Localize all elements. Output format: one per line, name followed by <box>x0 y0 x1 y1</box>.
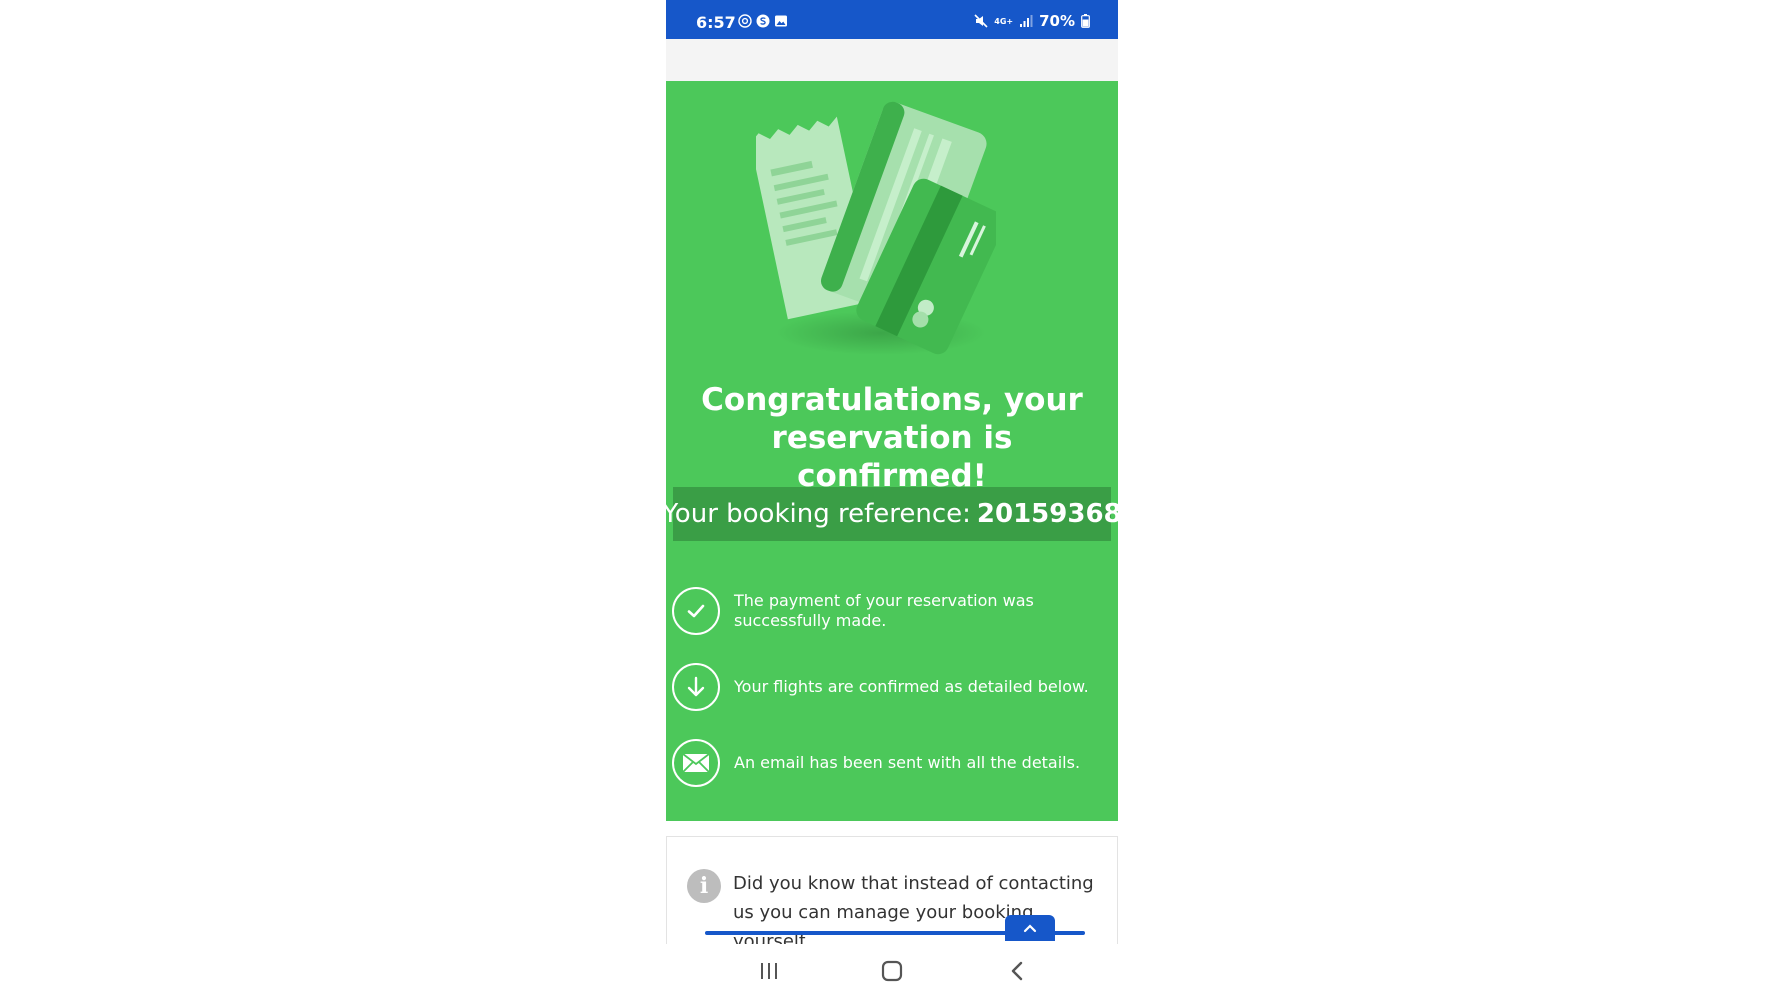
booking-reference-box[interactable]: Your booking reference: 20159368 <box>666 487 1118 541</box>
check-icon <box>672 587 720 635</box>
recent-apps-button[interactable] <box>754 956 784 986</box>
status-time: 6:57 <box>696 13 736 32</box>
confirmation-headline: Congratulations, your reservation is con… <box>701 382 1083 494</box>
payment-status-text: The payment of your reservation was succ… <box>734 591 1034 630</box>
flights-status-text: Your flights are confirmed as detailed b… <box>734 677 1089 696</box>
email-status-row: An email has been sent with all the deta… <box>672 739 1112 787</box>
arrow-down-icon <box>672 663 720 711</box>
back-icon <box>1011 961 1023 981</box>
scroll-to-top-button[interactable] <box>1005 915 1055 941</box>
payment-status-row: The payment of your reservation was succ… <box>672 587 1112 635</box>
top-spacer <box>666 39 1118 81</box>
booking-reference-label: Your booking reference: <box>666 499 971 529</box>
info-icon: i <box>687 869 721 903</box>
at-icon <box>738 14 752 28</box>
home-button[interactable] <box>877 956 907 986</box>
status-left-icons <box>738 14 788 28</box>
battery-level: 70% <box>1039 12 1075 30</box>
confirmation-card: Congratulations, your reservation is con… <box>666 81 1118 821</box>
status-bar: 6:57 4G+ 70% <box>666 0 1118 39</box>
image-icon <box>775 15 787 27</box>
email-status-text: An email has been sent with all the deta… <box>734 753 1081 772</box>
signal-icon <box>1020 15 1033 27</box>
home-icon <box>881 960 903 982</box>
manage-booking-info-card: i Did you know that instead of contactin… <box>666 836 1118 945</box>
back-button[interactable] <box>1002 956 1032 986</box>
s-icon <box>756 14 770 28</box>
mute-icon <box>974 14 988 28</box>
recent-apps-icon <box>761 963 777 979</box>
flights-status-row: Your flights are confirmed as detailed b… <box>672 663 1112 711</box>
battery-icon <box>1081 14 1090 28</box>
network-type-label: 4G+ <box>994 16 1014 26</box>
phone-screen: 6:57 4G+ 70% Congratulations, your reser… <box>666 0 1118 1000</box>
tickets-and-cards-illustration <box>756 101 996 355</box>
booking-reference-number[interactable]: 20159368 <box>977 499 1118 529</box>
envelope-icon <box>672 739 720 787</box>
status-right: 4G+ 70% <box>974 12 1090 30</box>
chevron-up-icon <box>1023 924 1037 933</box>
system-navigation-bar <box>666 944 1118 1000</box>
